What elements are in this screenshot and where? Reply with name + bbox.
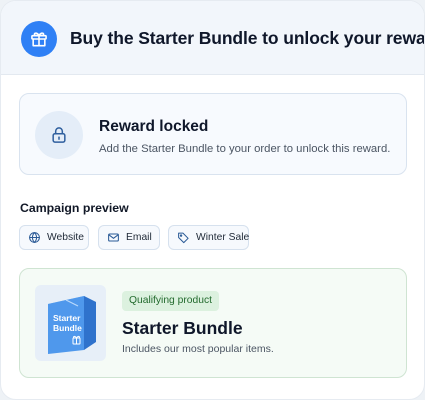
lock-icon	[35, 111, 83, 159]
product-description: Includes our most popular items.	[122, 343, 274, 355]
tag-icon	[178, 232, 189, 244]
box-label-line1: Starter	[53, 313, 81, 323]
mail-icon	[108, 233, 119, 242]
qualifying-product-card[interactable]: Starter Bundle Qualifying product Starte…	[19, 268, 407, 378]
reward-status-title: Reward locked	[99, 118, 209, 135]
chip-winter-sale-label: Winter Sale	[196, 232, 250, 243]
product-name: Starter Bundle	[122, 318, 243, 338]
gift-icon	[21, 21, 57, 57]
chip-winter-sale[interactable]: Winter Sale	[168, 225, 249, 250]
chip-website[interactable]: Website	[19, 225, 89, 250]
chip-email-label: Email	[126, 232, 152, 243]
chip-email[interactable]: Email	[98, 225, 160, 250]
reward-panel: Buy the Starter Bundle to unlock your re…	[0, 0, 425, 400]
globe-icon	[29, 232, 40, 243]
reward-locked-card: Reward locked Add the Starter Bundle to …	[19, 93, 407, 175]
campaign-preview-label: Campaign preview	[20, 201, 129, 215]
chip-website-label: Website	[47, 232, 85, 243]
box-label-line2: Bundle	[53, 323, 82, 333]
product-image: Starter Bundle	[35, 285, 106, 361]
panel-header: Buy the Starter Bundle to unlock your re…	[1, 1, 425, 75]
reward-status-description: Add the Starter Bundle to your order to …	[99, 143, 391, 155]
qualifying-product-badge: Qualifying product	[122, 291, 219, 311]
page-title: Buy the Starter Bundle to unlock your re…	[70, 28, 425, 48]
